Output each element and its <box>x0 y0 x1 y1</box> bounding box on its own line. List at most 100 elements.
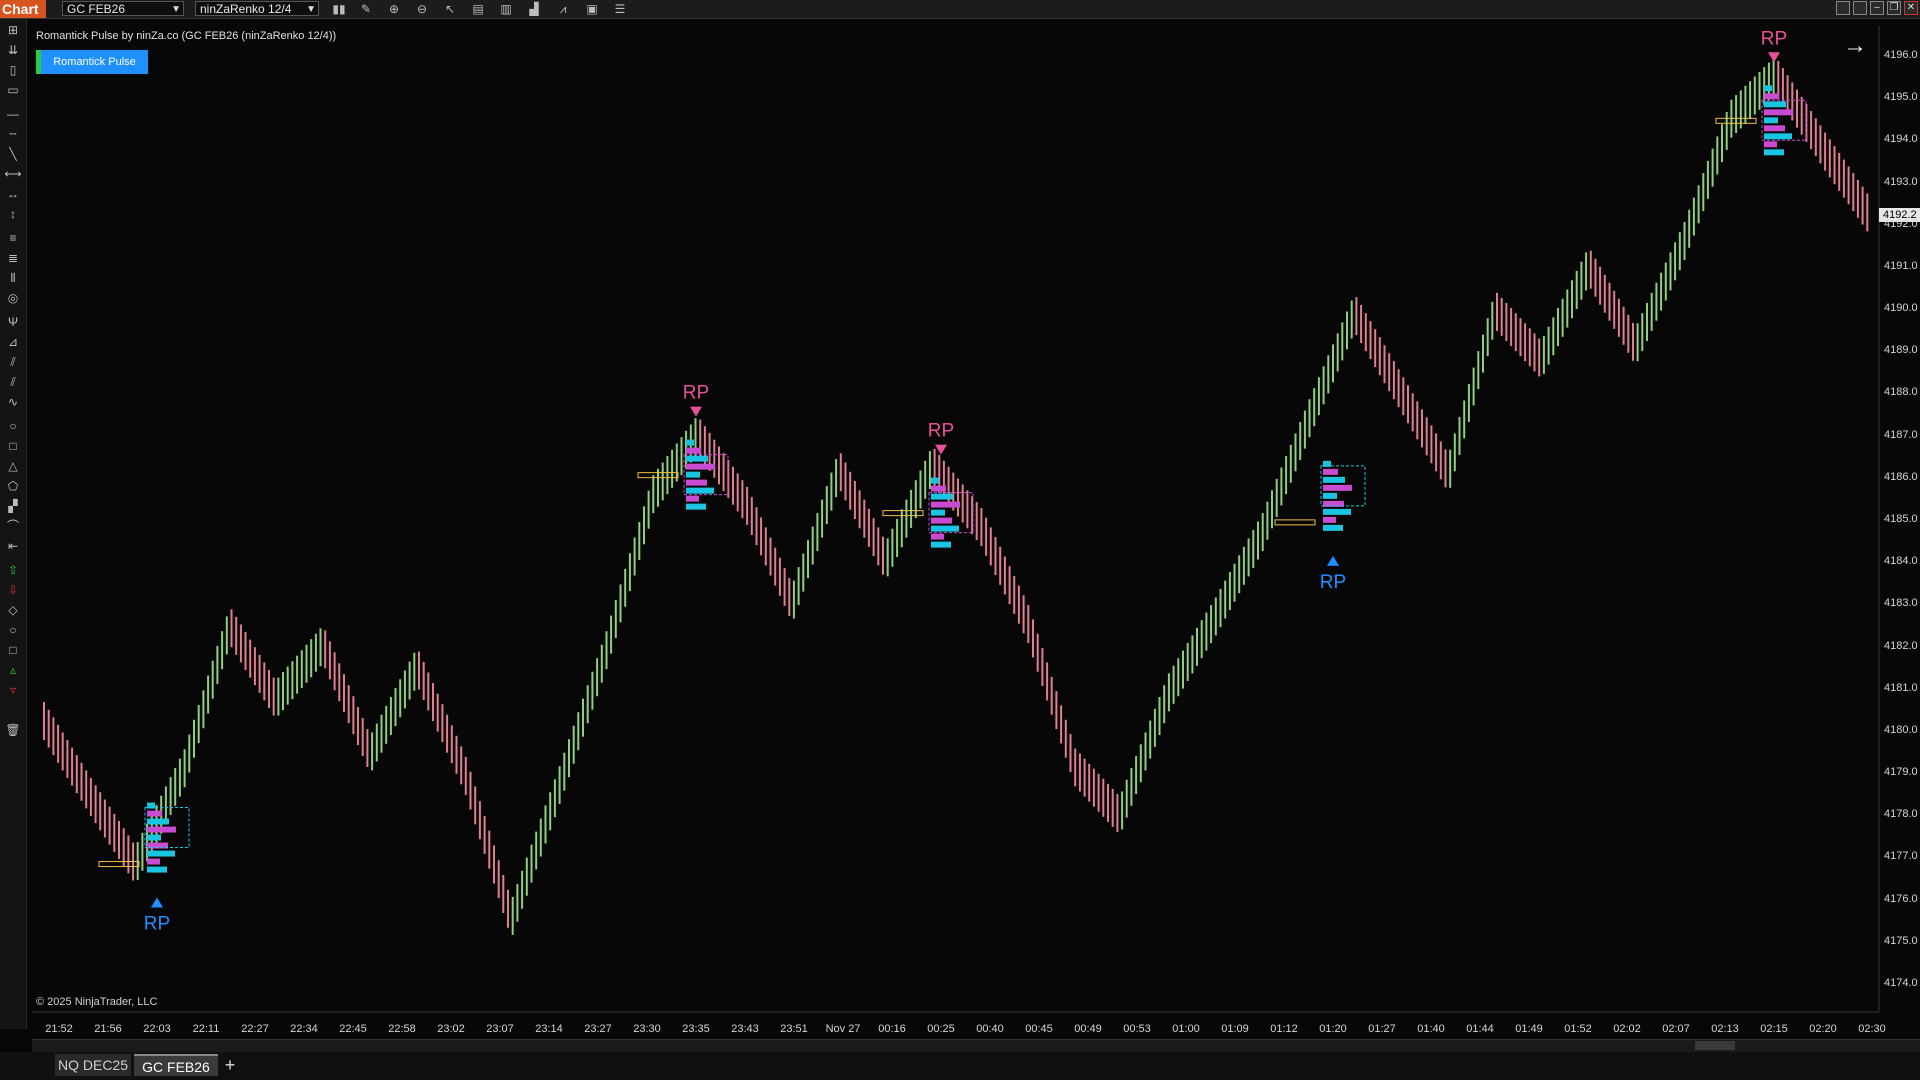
time-tick-label: 01:27 <box>1368 1023 1396 1035</box>
volume-profile-bar <box>686 447 701 454</box>
volume-profile-bar <box>686 495 699 502</box>
time-tick-label: 02:15 <box>1760 1023 1788 1035</box>
time-tick-label: 02:20 <box>1809 1023 1837 1035</box>
volume-profile-bar <box>1323 484 1352 491</box>
volume-profile-bar <box>686 455 708 462</box>
price-tick-label: 4192.0 <box>1884 217 1918 230</box>
time-tick-label: 02:07 <box>1662 1023 1690 1035</box>
volume-profile-bar <box>931 485 946 492</box>
sell-signal-arrow <box>935 444 947 455</box>
volume-profile-bar <box>931 509 945 516</box>
time-tick-label: 00:16 <box>878 1023 906 1035</box>
time-tick-label: 01:49 <box>1515 1023 1543 1035</box>
time-tick-label: 22:58 <box>388 1023 416 1035</box>
volume-profile-bar <box>1323 516 1336 523</box>
time-tick-label: 01:00 <box>1172 1023 1200 1035</box>
volume-profile-bar <box>1323 476 1345 483</box>
volume-profile-bar <box>1764 133 1792 140</box>
volume-profile-bar <box>686 503 706 510</box>
time-tick-label: 00:53 <box>1123 1023 1151 1035</box>
scrollbar-thumb[interactable] <box>1695 1041 1735 1050</box>
buy-signal-arrow <box>1327 555 1339 566</box>
volume-profile-bar <box>147 826 176 833</box>
volume-profile-bar <box>686 463 715 470</box>
add-tab-button[interactable]: + <box>220 1054 240 1076</box>
volume-profile-bar <box>1764 93 1779 100</box>
price-tick-label: 4191.0 <box>1884 259 1918 272</box>
time-tick-label: 23:27 <box>584 1023 612 1035</box>
price-tick-label: 4175.0 <box>1884 934 1918 947</box>
time-tick-label: 01:44 <box>1466 1023 1494 1035</box>
price-tick-label: 4183.0 <box>1884 597 1918 610</box>
price-tick-label: 4185.0 <box>1884 513 1918 525</box>
tab-nq-dec25[interactable]: NQ DEC25 <box>55 1054 131 1076</box>
time-tick-label: 22:45 <box>339 1023 367 1035</box>
buy-signal-arrow <box>151 897 163 908</box>
poc-line <box>882 510 924 517</box>
signal-label: RP <box>1761 28 1787 49</box>
price-tick-label: 4195.0 <box>1884 91 1918 104</box>
rp-signals: RP RP RP RP RP <box>144 28 1787 934</box>
price-tick-label: 4184.0 <box>1884 555 1918 568</box>
sell-signal-arrow <box>1768 52 1780 63</box>
signal-label: RP <box>928 421 954 442</box>
signal-label: RP <box>1320 572 1346 593</box>
time-tick-label: Nov 27 <box>825 1023 861 1035</box>
sell-signal-arrow <box>690 406 702 417</box>
price-tick-label: 4193.0 <box>1884 175 1918 188</box>
volume-profile-bar <box>1764 85 1772 92</box>
time-tick-label: 23:35 <box>682 1023 710 1035</box>
time-tick-label: 00:40 <box>976 1023 1004 1035</box>
price-chart[interactable]: RP RP RP RP RP <box>0 0 1920 1080</box>
volume-profile-bar <box>147 818 169 825</box>
price-tick-label: 4196.0 <box>1884 49 1918 61</box>
time-tick-label: 01:20 <box>1319 1023 1347 1035</box>
volume-profile-bar <box>1323 492 1337 499</box>
price-tick-label: 4176.0 <box>1884 892 1918 905</box>
poc-line <box>1274 519 1316 526</box>
time-tick-label: 23:14 <box>535 1023 563 1035</box>
time-tick-label: 22:27 <box>241 1023 269 1035</box>
volume-profile-bar <box>931 477 939 484</box>
price-tick-label: 4182.0 <box>1884 639 1918 652</box>
price-tick-label: 4188.0 <box>1884 386 1918 399</box>
horizontal-scrollbar[interactable] <box>32 1039 1920 1052</box>
time-tick-label: 00:49 <box>1074 1023 1102 1035</box>
volume-profile-bar <box>686 439 694 446</box>
price-tick-label: 4174.0 <box>1884 977 1918 989</box>
volume-profile-bar <box>1323 524 1343 531</box>
signal-label: RP <box>144 914 170 935</box>
volume-profile-bar <box>147 810 162 817</box>
volume-profile-bar <box>686 471 700 478</box>
time-tick-label: 23:30 <box>633 1023 661 1035</box>
scroll-to-end-icon[interactable]: → <box>1843 32 1867 60</box>
time-tick-label: 02:02 <box>1613 1023 1641 1035</box>
volume-profile-bar <box>1764 101 1786 108</box>
romantick-pulse-button[interactable]: Romantick Pulse <box>36 50 148 74</box>
signal-label: RP <box>683 383 709 404</box>
volume-profile-bar <box>686 487 714 494</box>
copyright: © 2025 NinjaTrader, LLC <box>36 996 158 1008</box>
volume-profile-bar <box>1764 117 1778 124</box>
price-tick-label: 4179.0 <box>1884 766 1918 779</box>
indicator-label: Romantick Pulse by ninZa.co (GC FEB26 (n… <box>36 30 337 42</box>
price-tick-label: 4189.0 <box>1884 344 1918 357</box>
time-tick-label: 21:56 <box>94 1023 122 1035</box>
volume-profile-bar <box>931 525 959 532</box>
tab-bar <box>0 1052 1920 1080</box>
price-tick-label: 4194.0 <box>1884 133 1918 146</box>
price-tick-label: 4186.0 <box>1884 470 1918 483</box>
time-tick-label: 23:43 <box>731 1023 759 1035</box>
price-tick-label: 4187.0 <box>1884 428 1918 441</box>
volume-profile-bar <box>1323 468 1338 475</box>
price-tick-label: 4181.0 <box>1884 681 1918 694</box>
time-tick-label: 01:12 <box>1270 1023 1298 1035</box>
volume-profile-bar <box>1764 125 1785 132</box>
volume-profile-bar <box>931 501 960 508</box>
price-tick-label: 4178.0 <box>1884 808 1918 821</box>
volume-profile-bar <box>931 533 944 540</box>
time-tick-label: 22:34 <box>290 1023 318 1035</box>
time-tick-label: 02:30 <box>1858 1023 1886 1035</box>
volume-profile-bar <box>931 517 952 524</box>
tab-gc-feb26[interactable]: GC FEB26 <box>134 1054 218 1076</box>
